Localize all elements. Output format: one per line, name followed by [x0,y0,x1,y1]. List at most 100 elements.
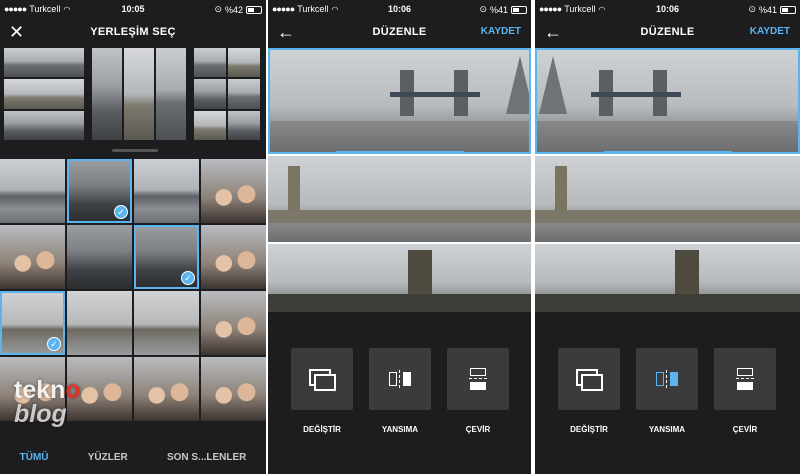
nav-bar: ← DÜZENLE KAYDET [535,18,800,48]
photo-thumbnail[interactable]: ✓ [67,159,132,223]
flip-label: ÇEVİR [732,425,758,434]
skyline [268,294,531,312]
layout-cell [92,48,122,140]
collage-panel[interactable] [268,156,531,242]
flip-button[interactable]: ÇEVİR [446,348,510,434]
layout-cell [228,79,260,109]
selection-indicator [335,151,464,152]
tab-recents[interactable]: SON S...LENLER [167,452,246,463]
layout-option-3-columns[interactable] [92,48,186,140]
lock-rotation-icon: ⊙ [214,4,222,14]
photo-thumbnail[interactable] [0,159,65,223]
swap-button[interactable]: DEĞİŞTİR [290,348,354,434]
river [537,121,798,152]
swap-icon [309,369,336,391]
collage-panel[interactable] [268,244,531,312]
photo-thumbnail[interactable] [201,225,266,289]
mirror-label: YANSIMA [648,425,686,434]
layout-cell [194,110,226,140]
layout-cell [4,48,84,78]
layout-cell [156,48,186,140]
flip-label: ÇEVİR [465,425,491,434]
mirror-button-active[interactable]: YANSIMA [635,348,699,434]
mirror-button[interactable]: YANSIMA [368,348,432,434]
photo-thumbnail[interactable] [201,159,266,223]
layout-cell [4,110,84,140]
collage-panel[interactable] [535,244,800,312]
flip-button[interactable]: ÇEVİR [713,348,777,434]
mirror-icon [389,370,411,388]
flip-icon [469,368,487,390]
layout-cell [4,79,84,109]
swap-button[interactable]: DEĞİŞTİR [557,348,621,434]
collage-canvas [535,48,800,312]
photo-thumbnail[interactable] [134,291,199,355]
shard-building [506,56,529,114]
mirror-label: YANSIMA [381,425,419,434]
swap-icon [576,369,603,391]
photo-thumbnail[interactable] [134,357,199,421]
bridge-deck [390,92,480,97]
tab-all[interactable]: TÜMÜ [20,452,49,463]
page-title: YERLEŞİM SEÇ [90,26,176,38]
filter-tabs: TÜMÜ YÜZLER SON S...LENLER [0,440,266,474]
checkmark-icon: ✓ [181,271,195,285]
layout-option-3-rows[interactable] [4,48,84,140]
layout-option-grid[interactable] [194,48,260,140]
swap-label: DEĞİŞTİR [303,425,341,434]
flip-icon [736,368,754,390]
editor-screen-mirrored: ●●●●● Turkcell ◠ 10:06 ⊙ %41 ← DÜZENLE K… [535,0,800,474]
lock-rotation-icon: ⊙ [748,4,756,14]
photo-thumbnail[interactable]: ✓ [0,291,65,355]
editor-screen: ●●●●● Turkcell ◠ 10:06 ⊙ %41 ← DÜZENLE K… [268,0,531,474]
battery-icon [780,5,796,14]
layout-cell [228,110,260,140]
checkmark-icon: ✓ [47,337,61,351]
river [535,223,800,242]
drag-handle[interactable] [112,149,158,152]
nav-bar: ✕ YERLEŞİM SEÇ [0,18,266,48]
photo-thumbnail[interactable]: ✓ [134,225,199,289]
save-button[interactable]: KAYDET [481,26,521,37]
collage-panel-selected[interactable] [535,48,800,154]
collage-panel[interactable] [535,156,800,242]
skyline [535,294,800,312]
status-bar: ●●●●● Turkcell ◠ 10:06 ⊙ %41 [535,0,800,18]
nav-bar: ← DÜZENLE KAYDET [268,18,531,48]
status-bar: ●●●●● Turkcell ◠ 10:05 ⊙ %42 [0,0,266,18]
battery-icon [511,5,527,14]
photo-thumbnail[interactable] [201,291,266,355]
skyline [535,210,800,224]
collage-panel-selected[interactable] [268,48,531,154]
mirror-icon [656,370,678,388]
battery-icon [246,5,262,14]
edit-toolbar: DEĞİŞTİR YANSIMA ÇEVİR [268,312,531,474]
collage-canvas [268,48,531,312]
skyline [268,210,531,224]
edit-toolbar: DEĞİŞTİR YANSIMA ÇEVİR [535,312,800,474]
watermark-line-2: blog [14,400,67,428]
layout-cell [124,48,154,140]
battery-percent: %42 [224,4,243,15]
photo-thumbnail[interactable] [67,291,132,355]
layout-picker-screen: ●●●●● Turkcell ◠ 10:05 ⊙ %42 ✕ YERLEŞİM … [0,0,266,474]
photo-thumbnail[interactable] [0,225,65,289]
bridge-deck [591,92,681,97]
selection-indicator [603,151,732,152]
status-bar: ●●●●● Turkcell ◠ 10:06 ⊙ %41 [268,0,531,18]
layout-cell [194,48,226,78]
layout-options[interactable] [0,48,266,142]
river [270,121,529,152]
battery-percent: %41 [758,4,777,15]
photo-thumbnail[interactable] [201,357,266,421]
watermark-logo: tekno blog [14,376,81,428]
photo-thumbnail[interactable] [67,225,132,289]
swap-label: DEĞİŞTİR [570,425,608,434]
shard-building [539,56,567,114]
tab-faces[interactable]: YÜZLER [88,452,128,463]
watermark-line-1: tekno [14,376,81,404]
checkmark-icon: ✓ [114,205,128,219]
save-button[interactable]: KAYDET [750,26,790,37]
photo-thumbnail[interactable] [134,159,199,223]
layout-cell [194,79,226,109]
